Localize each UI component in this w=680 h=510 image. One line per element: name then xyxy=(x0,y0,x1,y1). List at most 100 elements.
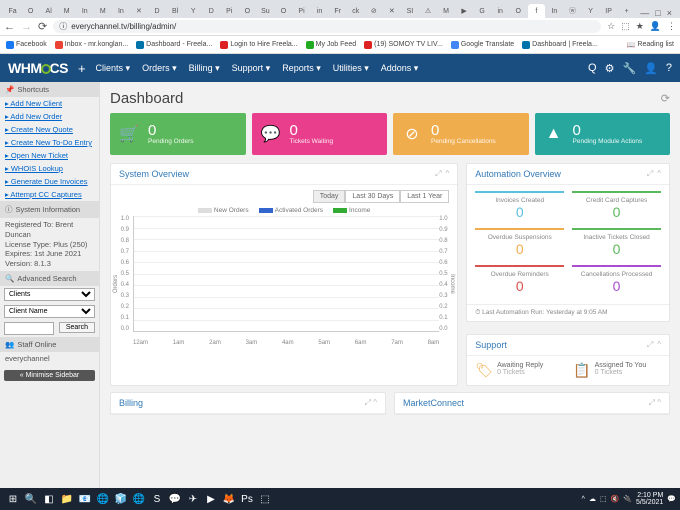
stat-widget[interactable]: 💬0Tickets Waiting xyxy=(252,113,388,155)
shortcut-link[interactable]: ▸ WHOIS Lookup xyxy=(0,162,99,175)
toolbar-icon[interactable]: 👤 xyxy=(650,21,661,32)
nav-menu-item[interactable]: Orders ▾ xyxy=(142,63,177,74)
taskbar-app[interactable]: ▶ xyxy=(202,490,220,508)
nav-menu-item[interactable]: Clients ▾ xyxy=(96,63,131,74)
taskbar-app[interactable]: Ps xyxy=(238,490,256,508)
header-icon[interactable]: ⚙ xyxy=(605,62,615,75)
toolbar-icon[interactable]: ★ xyxy=(636,21,644,32)
bookmark[interactable]: Google Translate xyxy=(451,41,514,49)
address-bar[interactable]: ⓘeverychannel.tv/billing/admin/ xyxy=(53,20,601,33)
browser-tab[interactable]: Al xyxy=(40,4,57,18)
browser-tab[interactable]: O xyxy=(22,4,39,18)
browser-tab[interactable]: f xyxy=(528,4,545,18)
browser-tab[interactable]: IP xyxy=(600,4,617,18)
reload-button[interactable]: ⟳ xyxy=(38,20,47,33)
browser-tab[interactable]: ▶ xyxy=(456,4,473,18)
add-button[interactable]: + xyxy=(78,61,86,76)
browser-tab[interactable]: ✕ xyxy=(130,4,147,18)
browser-tab[interactable]: M xyxy=(58,4,75,18)
nav-menu-item[interactable]: Addons ▾ xyxy=(381,63,419,74)
bookmark[interactable]: Dashboard | Freela... xyxy=(522,41,598,49)
bookmark[interactable]: (19) SOMOY TV LIV... xyxy=(364,41,443,49)
browser-tab[interactable]: Y xyxy=(185,4,202,18)
toolbar-icon[interactable]: ⬚ xyxy=(621,21,630,32)
taskbar-clock[interactable]: 2:10 PM5/5/2021 xyxy=(636,492,663,506)
panel-expand-icon[interactable]: ⤢ xyxy=(647,169,653,179)
toolbar-icon[interactable]: ☆ xyxy=(607,21,615,32)
bookmark[interactable]: Facebook xyxy=(6,41,47,49)
tray-icon[interactable]: 🔇 xyxy=(611,495,620,503)
panel-collapse-icon[interactable]: ^ xyxy=(446,169,450,179)
search-button[interactable]: Search xyxy=(59,322,95,333)
stat-widget[interactable]: ⊘0Pending Cancellations xyxy=(393,113,529,155)
bookmark[interactable]: Inbox - mr.konglan... xyxy=(55,41,128,49)
window-control[interactable]: — xyxy=(640,8,649,18)
header-icon[interactable]: 🔧 xyxy=(622,62,636,75)
taskbar-app[interactable]: 🦊 xyxy=(220,490,238,508)
tray-icon[interactable]: 🔌 xyxy=(623,495,632,503)
taskbar-app[interactable]: ✈ xyxy=(184,490,202,508)
browser-tab[interactable]: ✕ xyxy=(383,4,400,18)
header-icon[interactable]: Q xyxy=(588,62,597,75)
browser-tab[interactable]: O xyxy=(275,4,292,18)
header-icon[interactable]: 👤 xyxy=(644,62,658,75)
browser-tab[interactable]: Fa xyxy=(4,4,21,18)
stat-widget[interactable]: ▲0Pending Module Actions xyxy=(535,113,671,155)
bookmark[interactable]: Dashboard - Freela... xyxy=(136,41,212,49)
browser-tab[interactable]: O xyxy=(510,4,527,18)
browser-tab[interactable]: G xyxy=(474,4,491,18)
browser-tab[interactable]: Pi xyxy=(221,4,238,18)
shortcut-link[interactable]: ▸ Generate Due Invoices xyxy=(0,175,99,188)
browser-tab[interactable]: Pi xyxy=(293,4,310,18)
header-icon[interactable]: ? xyxy=(666,62,672,75)
reading-list[interactable]: 📖 Reading list xyxy=(627,41,674,49)
search-input[interactable] xyxy=(4,322,54,335)
stat-widget[interactable]: 🛒0Pending Orders xyxy=(110,113,246,155)
nav-menu-item[interactable]: Support ▾ xyxy=(232,63,271,74)
search-field-select[interactable]: Client Name xyxy=(4,305,95,318)
browser-tab[interactable]: In xyxy=(546,4,563,18)
browser-tab[interactable]: D xyxy=(149,4,166,18)
browser-tab[interactable]: D xyxy=(203,4,220,18)
taskbar-app[interactable]: S xyxy=(148,490,166,508)
browser-tab[interactable]: ⓦ xyxy=(564,4,581,18)
nav-menu-item[interactable]: Billing ▾ xyxy=(189,63,220,74)
time-range-button[interactable]: Last 1 Year xyxy=(400,190,449,203)
taskbar-app[interactable]: 🌐 xyxy=(94,490,112,508)
shortcut-link[interactable]: ▸ Add New Order xyxy=(0,110,99,123)
taskbar-app[interactable]: 🧊 xyxy=(112,490,130,508)
taskbar-app[interactable]: ⬚ xyxy=(256,490,274,508)
tray-icon[interactable]: ⬚ xyxy=(600,495,607,503)
browser-tab[interactable]: ⊘ xyxy=(365,4,382,18)
support-stat[interactable]: 📋Assigned To You0 Tickets xyxy=(573,362,661,379)
browser-tab[interactable]: In xyxy=(112,4,129,18)
nav-menu-item[interactable]: Reports ▾ xyxy=(282,63,321,74)
window-control[interactable]: □ xyxy=(655,8,660,18)
shortcut-link[interactable]: ▸ Create New Quote xyxy=(0,123,99,136)
browser-tab[interactable]: SI xyxy=(401,4,418,18)
back-button[interactable]: ← xyxy=(4,21,15,33)
taskbar-app[interactable]: 🌐 xyxy=(130,490,148,508)
browser-tab[interactable]: Y xyxy=(582,4,599,18)
taskbar-app[interactable]: 💬 xyxy=(166,490,184,508)
browser-tab[interactable]: ⚠ xyxy=(419,4,436,18)
bookmark[interactable]: Login to Hire Freela... xyxy=(220,41,297,49)
support-stat[interactable]: 🏷Awaiting Reply0 Tickets xyxy=(475,362,563,379)
panel-expand-icon[interactable]: ⤢ xyxy=(647,340,653,350)
toolbar-icon[interactable]: ⋮ xyxy=(667,21,676,32)
browser-tab[interactable]: in xyxy=(492,4,509,18)
browser-tab[interactable]: + xyxy=(618,4,635,18)
taskbar-app[interactable]: 📁 xyxy=(58,490,76,508)
window-control[interactable]: × xyxy=(667,8,672,18)
search-type-select[interactable]: Clients xyxy=(4,288,95,301)
forward-button[interactable]: → xyxy=(21,21,32,33)
minimise-sidebar[interactable]: « Minimise Sidebar xyxy=(4,370,95,381)
tray-icon[interactable]: ^ xyxy=(582,496,585,503)
browser-tab[interactable]: M xyxy=(94,4,111,18)
nav-menu-item[interactable]: Utilities ▾ xyxy=(333,63,369,74)
taskbar-app[interactable]: ◧ xyxy=(40,490,58,508)
shortcut-link[interactable]: ▸ Open New Ticket xyxy=(0,149,99,162)
panel-collapse-icon[interactable]: ^ xyxy=(657,169,661,179)
shortcut-link[interactable]: ▸ Create New To-Do Entry xyxy=(0,136,99,149)
tray-icon[interactable]: ☁ xyxy=(589,495,596,503)
